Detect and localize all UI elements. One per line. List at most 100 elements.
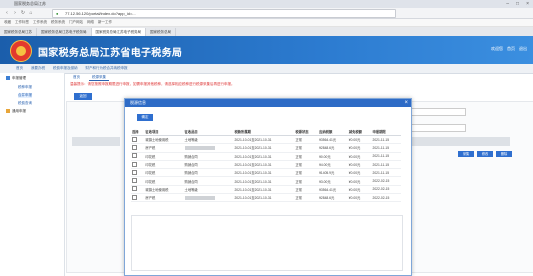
column-header: 征收项目 (144, 128, 184, 136)
sidebar-item-tax[interactable]: 税种申报 (18, 85, 32, 90)
table-cell-period: 2021-10-01至2021-10-31 (233, 193, 295, 203)
sidebar-item-declare[interactable]: 申报管理 (6, 76, 26, 81)
table-cell-tax: ¥4.00元 (318, 160, 348, 170)
bookmark-item[interactable]: 税务系统 (51, 19, 65, 26)
url-input[interactable]: ● 77.12.56.120/portal/index.do?app_id=..… (52, 9, 396, 18)
table-row[interactable]: 印花税 购销合同 2021-10-01至2021-10-31 正常 ¥3.00元 ¥0.0… (131, 176, 401, 186)
sidebar-item-query[interactable]: 税费查询 (18, 101, 32, 106)
table-cell-status: 正常 (294, 143, 319, 153)
row-checkbox[interactable] (131, 152, 145, 161)
tab-home[interactable]: 首页 (70, 73, 83, 81)
table-cell-item: 房产税 (144, 143, 184, 153)
close-icon[interactable]: × (404, 99, 408, 107)
row-checkbox[interactable] (131, 176, 145, 186)
edit-button[interactable]: 修改 (477, 151, 493, 157)
content-tabs: 首页 税源采集 (70, 73, 530, 81)
table-cell-deadline: 2021-11-15 (371, 168, 401, 178)
breadcrumb-item[interactable]: 我要办税 (31, 64, 45, 73)
confirm-button[interactable]: 确定 (137, 114, 153, 121)
bookmark-item[interactable]: 工作系统 (33, 19, 47, 26)
table-cell-sub: 购销合同 (183, 168, 234, 178)
table-cell-sub: 购销合同 (183, 160, 234, 170)
sidebar-item-general[interactable]: 通用申报 (6, 109, 26, 114)
table-row[interactable]: 房产税 2021-10-01至2021-10-31 正常 ¥2848.6元 ¥0.00元… (131, 193, 401, 203)
row-checkbox[interactable] (131, 143, 145, 153)
table-cell-item: 印花税 (144, 160, 184, 170)
browser-tab[interactable]: 国家税务总局江苏电子税务局 (37, 28, 92, 36)
column-header: 征收品目 (183, 128, 234, 136)
row-checkbox[interactable] (131, 185, 145, 195)
checkbox-icon[interactable] (132, 169, 137, 175)
row-checkbox[interactable] (131, 193, 145, 203)
table-cell-relief: ¥0.00元 (347, 143, 372, 153)
table-row[interactable]: 房产税 2021-10-01至2021-10-31 正常 ¥2848.6元 ¥0.00元… (131, 143, 401, 153)
table-row[interactable]: 城镇土地使用税 土地等级 2021-10-01至2021-10-31 正常 ¥3564.… (131, 135, 401, 145)
welcome-text: 欢迎您 (491, 46, 503, 51)
redacted-block (184, 146, 215, 150)
modal-header: 税源信息 × (125, 99, 411, 107)
back-button[interactable]: 返回 (74, 93, 92, 100)
tax-emblem-icon (10, 40, 32, 62)
browser-tab[interactable]: 国家税务总局 (146, 28, 176, 36)
checkbox-icon[interactable] (132, 194, 137, 200)
browser-tab-active[interactable]: 国家税务总局江苏电子税务局 (91, 28, 146, 36)
breadcrumb-item[interactable]: 首页 (16, 64, 23, 73)
warning-tip: 温馨提示：请您按照申报期限进行申报，如需申报其他税种，请选择相应税种进行税源采集… (70, 82, 235, 86)
table-cell-tax: ¥3564.41元 (318, 185, 348, 195)
table-cell-status: 正常 (294, 160, 319, 170)
table-cell-sub: 购销合同 (183, 176, 234, 186)
table-row[interactable]: 城镇土地使用税 土地等级 2021-10-01至2021-10-31 正常 ¥3564.… (131, 185, 401, 195)
sidebar-item-combined[interactable]: 合并申报 (18, 93, 32, 98)
table-cell-status: 正常 (294, 193, 319, 203)
collect-button[interactable]: 采集 (458, 151, 474, 157)
checkbox-icon[interactable] (132, 136, 137, 142)
header-links: 欢迎您 首页 退出 (491, 46, 527, 52)
folder-icon (6, 109, 10, 114)
background-header-cell (410, 137, 510, 146)
table-cell-sub: 土地等级 (183, 135, 234, 145)
breadcrumb-item[interactable]: 财产和行为税合并纳税申报 (86, 64, 128, 73)
table-cell-tax: ¥0.00元 (318, 152, 348, 161)
bookmark-item[interactable]: 工作标签 (15, 19, 29, 26)
security-icon: ● (56, 11, 59, 16)
column-header: 税源状态 (294, 128, 319, 136)
table-cell-tax: ¥3.00元 (318, 176, 348, 186)
back-icon[interactable]: ‹ (4, 10, 10, 16)
home-icon[interactable]: ⌂ (28, 10, 34, 16)
table-cell-deadline: 2021-11-15 (371, 160, 401, 170)
row-checkbox[interactable] (131, 168, 145, 178)
bookmark-item[interactable]: 门户网站 (69, 19, 83, 26)
table-cell-period: 2021-10-01至2021-10-31 (233, 176, 295, 186)
checkbox-icon[interactable] (132, 144, 137, 150)
row-checkbox[interactable] (131, 160, 145, 170)
refresh-icon[interactable]: ↻ (20, 10, 26, 16)
sidebar: 申报管理 税种申报 合并申报 税费查询 通用申报 (0, 73, 65, 276)
checkbox-icon[interactable] (132, 178, 137, 184)
browser-tab[interactable]: 国家税务总局江苏 (0, 28, 37, 36)
checkbox-icon[interactable] (132, 153, 137, 159)
table-cell-deadline: 2022-02-15 (371, 176, 401, 186)
table-cell-relief: ¥0.00元 (347, 135, 372, 145)
logout-link[interactable]: 退出 (519, 46, 527, 52)
minimize-icon[interactable]: – (506, 1, 509, 7)
tab-source[interactable]: 税源采集 (89, 73, 109, 81)
row-checkbox[interactable] (131, 135, 145, 145)
table-row[interactable]: 印花税 购销合同 2021-10-01至2021-10-31 正常 ¥0.00元 ¥0.0… (131, 152, 401, 161)
bookmark-item[interactable]: 网络 (87, 19, 94, 26)
forward-icon[interactable]: › (12, 10, 18, 16)
bookmark-item[interactable]: 新一工作 (98, 19, 112, 26)
maximize-icon[interactable]: □ (516, 1, 519, 7)
table-cell-item: 房产税 (144, 193, 184, 203)
checkbox-icon[interactable] (132, 161, 137, 167)
breadcrumb-item[interactable]: 税费申报及缴纳 (53, 64, 78, 73)
delete-button[interactable]: 删除 (496, 151, 512, 157)
table-cell-relief: ¥0.00元 (347, 152, 372, 161)
table-row[interactable]: 印花税 购销合同 2021-10-01至2021-10-31 正常 ¥1405.9元 ¥0… (131, 168, 401, 178)
checkbox-icon[interactable] (132, 186, 137, 192)
home-link[interactable]: 首页 (507, 46, 515, 52)
close-icon[interactable]: × (526, 1, 529, 7)
bookmark-item[interactable]: 收藏 (4, 19, 11, 26)
table-cell-deadline: 2022-02-15 (371, 193, 401, 203)
table-row[interactable]: 印花税 购销合同 2021-10-01至2021-10-31 正常 ¥4.00元 ¥0.0… (131, 160, 401, 170)
browser-titlebar: 国家税务总局江苏 – □ × (0, 0, 533, 8)
